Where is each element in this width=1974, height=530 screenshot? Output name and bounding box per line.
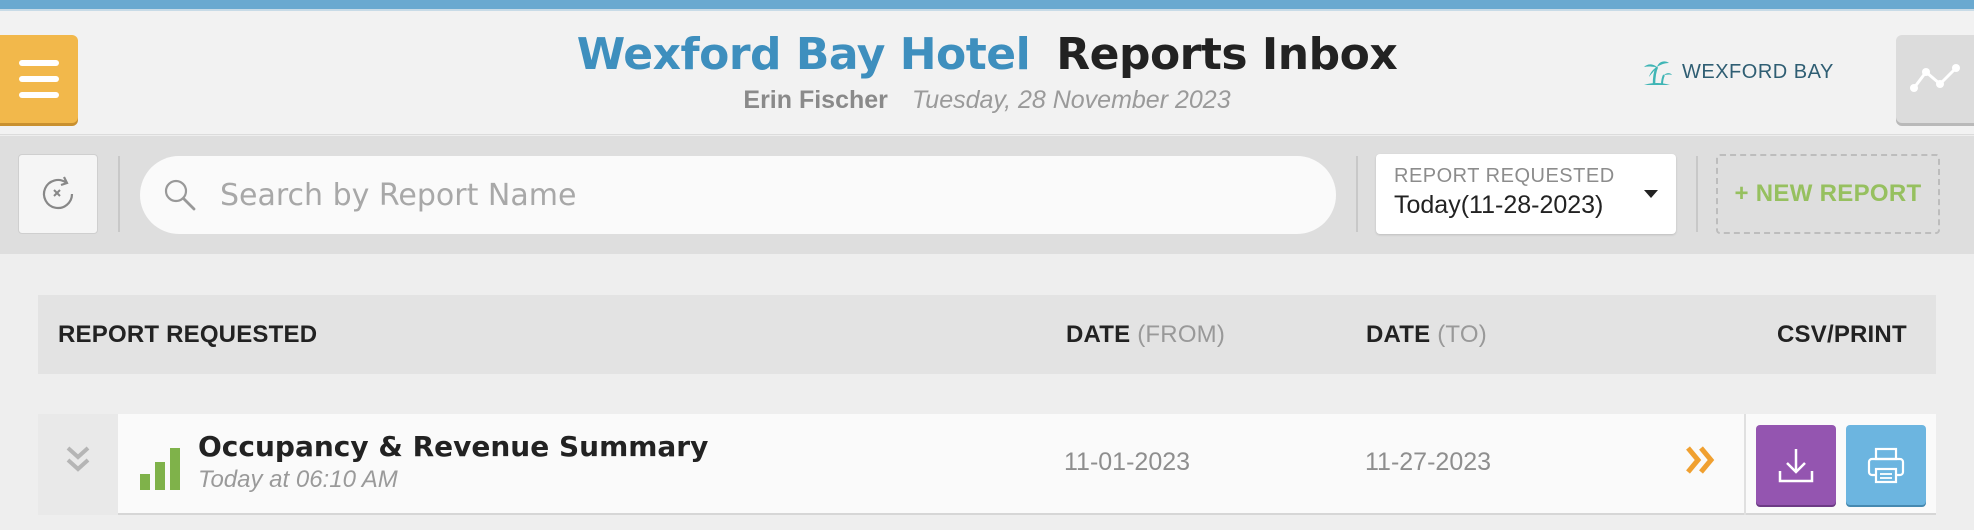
search-input[interactable]: [220, 177, 1270, 213]
new-report-button[interactable]: + NEW REPORT: [1716, 154, 1940, 234]
print-button[interactable]: [1846, 425, 1926, 505]
header: Wexford Bay Hotel Reports Inbox Erin Fisc…: [0, 11, 1974, 135]
top-accent-bar: [0, 0, 1974, 11]
bar-chart-icon: [140, 448, 180, 490]
report-date-from: 11-01-2023: [1064, 448, 1191, 476]
open-report-link[interactable]: [1684, 442, 1718, 483]
report-name: Occupancy & Revenue Summary: [198, 430, 709, 463]
report-requested-time: Today at 06:10 AM: [198, 466, 398, 493]
table-header: REPORT REQUESTED DATE (FROM) DATE (TO) C…: [38, 295, 1936, 374]
dropdown-value: Today(11-28-2023): [1394, 191, 1604, 219]
search-box: [140, 156, 1336, 234]
analytics-button[interactable]: [1896, 35, 1974, 123]
download-csv-button[interactable]: [1756, 425, 1836, 505]
double-chevron-right-icon: [1686, 446, 1715, 474]
brand-text: WEXFORD BAY: [1682, 60, 1834, 83]
line-graph-icon: [1910, 64, 1960, 92]
chevron-double-down-icon: [66, 446, 90, 472]
toolbar-divider: [1696, 156, 1698, 232]
search-icon: [164, 179, 196, 211]
table-row: Occupancy & Revenue Summary Today at 06:…: [38, 414, 1936, 515]
report-date-to: 11-27-2023: [1365, 448, 1492, 476]
expand-row-button[interactable]: [38, 414, 118, 515]
hotel-name: Wexford Bay Hotel: [576, 29, 1031, 80]
user-name: Erin Fischer: [743, 86, 888, 114]
current-date: Tuesday, 28 November 2023: [911, 86, 1231, 114]
brand-logo: WEXFORD BAY: [1640, 55, 1834, 89]
column-date-to: DATE (TO): [1366, 321, 1487, 348]
report-requested-dropdown[interactable]: REPORT REQUESTED Today(11-28-2023): [1376, 154, 1676, 234]
printer-icon: [1867, 447, 1905, 484]
reset-filters-button[interactable]: [18, 154, 98, 234]
column-report-requested: REPORT REQUESTED: [58, 321, 318, 348]
palm-island-icon: [1644, 61, 1672, 86]
toolbar-divider: [118, 156, 120, 232]
column-csv-print: CSV/PRINT: [1777, 321, 1907, 348]
download-icon: [1778, 449, 1814, 483]
page-name: Reports Inbox: [1056, 29, 1398, 80]
dropdown-label: REPORT REQUESTED: [1394, 165, 1615, 187]
subtitle: Erin Fischer Tuesday, 28 November 2023: [0, 85, 1974, 115]
row-divider: [1744, 414, 1746, 515]
caret-down-icon: [1644, 190, 1658, 198]
toolbar-divider: [1356, 156, 1358, 232]
reset-filters-icon: [42, 176, 74, 210]
toolbar: REPORT REQUESTED Today(11-28-2023) + NEW…: [0, 136, 1974, 254]
column-date-from: DATE (FROM): [1066, 321, 1226, 348]
